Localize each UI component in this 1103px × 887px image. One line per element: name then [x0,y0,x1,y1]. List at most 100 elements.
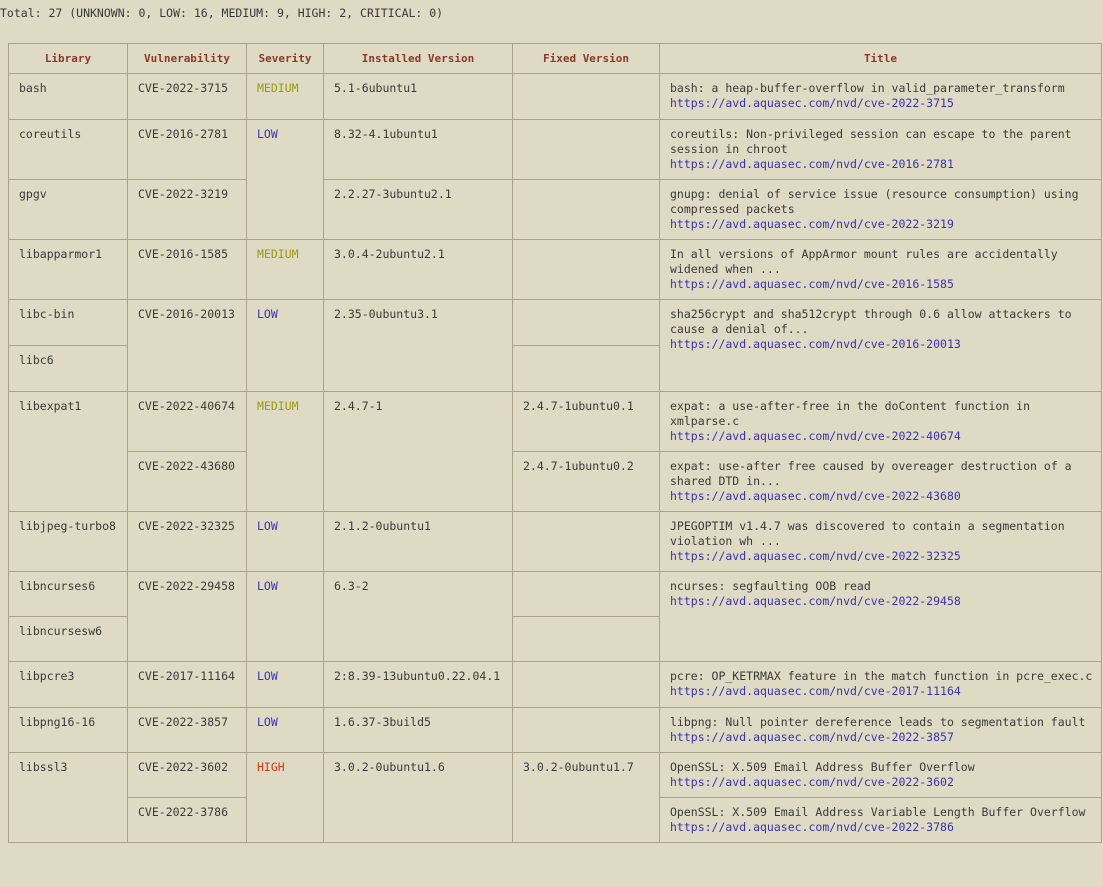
column-header-severity: Severity [246,43,324,74]
table-row: libncurses6 CVE-2022-29458 LOW 6.3-2 ncu… [8,571,1102,662]
fixed-version-cell [512,345,660,392]
fixed-version-cell: 3.0.2-0ubuntu1.7 [512,752,660,843]
title-text: ncurses: segfaulting OOB read [670,579,871,593]
library-cell: libexpat1 [8,391,128,512]
title-text: OpenSSL: X.509 Email Address Buffer Over… [670,760,975,774]
installed-version-cell: 2.4.7-1 [323,391,513,512]
table-row: libapparmor1 CVE-2016-1585 MEDIUM 3.0.4-… [8,239,1102,300]
library-cell: libpng16-16 [8,707,128,753]
library-cell: bash [8,73,128,120]
table-row: libpcre3 CVE-2017-11164 LOW 2:8.39-13ubu… [8,661,1102,708]
library-cell: libpcre3 [8,661,128,708]
library-cell: libc6 [8,345,128,392]
advisory-link[interactable]: https://avd.aquasec.com/nvd/cve-2016-278… [670,157,1095,172]
library-cell: libncurses6 [8,571,128,617]
table-row: libjpeg-turbo8 CVE-2022-32325 LOW 2.1.2-… [8,511,1102,572]
advisory-link[interactable]: https://avd.aquasec.com/nvd/cve-2022-378… [670,820,1095,835]
advisory-link[interactable]: https://avd.aquasec.com/nvd/cve-2016-200… [670,337,1095,352]
installed-version-cell: 2:8.39-13ubuntu0.22.04.1 [323,661,513,708]
installed-version-cell: 3.0.4-2ubuntu2.1 [323,239,513,300]
column-header-library: Library [8,43,128,74]
title-cell: JPEGOPTIM v1.4.7 was discovered to conta… [659,511,1102,572]
library-cell: libssl3 [8,752,128,843]
library-cell: coreutils [8,119,128,180]
severity-cell: LOW [246,661,324,708]
fixed-version-cell [512,661,660,708]
title-cell: coreutils: Non-privileged session can es… [659,119,1102,180]
title-text: gnupg: denial of service issue (resource… [670,187,1079,216]
vulnerability-cell: CVE-2022-43680 [127,451,247,512]
severity-cell: MEDIUM [246,391,324,512]
title-text: coreutils: Non-privileged session can es… [670,127,1072,156]
title-cell: OpenSSL: X.509 Email Address Variable Le… [659,797,1102,843]
table-row: bash CVE-2022-3715 MEDIUM 5.1-6ubuntu1 b… [8,73,1102,120]
advisory-link[interactable]: https://avd.aquasec.com/nvd/cve-2017-111… [670,684,1095,699]
vulnerability-cell: CVE-2022-29458 [127,571,247,662]
library-cell: libapparmor1 [8,239,128,300]
title-text: sha256crypt and sha512crypt through 0.6 … [670,307,1072,336]
table-row: libssl3 CVE-2022-3602 HIGH 3.0.2-0ubuntu… [8,752,1102,843]
fixed-version-cell [512,299,660,346]
fixed-version-cell [512,179,660,240]
title-cell: expat: use-after free caused by overeage… [659,451,1102,512]
vulnerability-cell: CVE-2022-3786 [127,797,247,843]
library-cell: libc-bin [8,299,128,346]
fixed-version-cell [512,73,660,120]
installed-version-cell: 8.32-4.1ubuntu1 [323,119,513,180]
title-cell: ncurses: segfaulting OOB read https://av… [659,571,1102,662]
title-text: libpng: Null pointer dereference leads t… [670,715,1086,729]
title-text: JPEGOPTIM v1.4.7 was discovered to conta… [670,519,1065,548]
title-text: In all versions of AppArmor mount rules … [670,247,1058,276]
column-header-title: Title [659,43,1102,74]
vulnerability-summary: Total: 27 (UNKNOWN: 0, LOW: 16, MEDIUM: … [0,6,444,20]
advisory-link[interactable]: https://avd.aquasec.com/nvd/cve-2022-294… [670,594,1095,609]
advisory-link[interactable]: https://avd.aquasec.com/nvd/cve-2022-321… [670,217,1095,232]
vulnerability-cell: CVE-2022-3857 [127,707,247,753]
title-text: bash: a heap-buffer-overflow in valid_pa… [670,81,1065,95]
library-cell: gpgv [8,179,128,240]
fixed-version-cell [512,239,660,300]
vulnerability-cell: CVE-2017-11164 [127,661,247,708]
severity-cell: MEDIUM [246,239,324,300]
table-header-row: Library Vulnerability Severity Installed… [8,43,1102,74]
vulnerability-cell: CVE-2016-20013 [127,299,247,392]
fixed-version-cell [512,119,660,180]
advisory-link[interactable]: https://avd.aquasec.com/nvd/cve-2022-360… [670,775,1095,790]
vulnerability-cell: CVE-2022-3715 [127,73,247,120]
fixed-version-cell: 2.4.7-1ubuntu0.1 [512,391,660,452]
title-cell: gnupg: denial of service issue (resource… [659,179,1102,240]
title-text: pcre: OP_KETRMAX feature in the match fu… [670,669,1093,683]
severity-cell: LOW [246,511,324,572]
title-cell: bash: a heap-buffer-overflow in valid_pa… [659,73,1102,120]
table-row: gpgv CVE-2022-3219 2.2.27-3ubuntu2.1 gnu… [8,179,1102,240]
table-row: coreutils CVE-2016-2781 LOW 8.32-4.1ubun… [8,119,1102,240]
advisory-link[interactable]: https://avd.aquasec.com/nvd/cve-2022-406… [670,429,1095,444]
fixed-version-cell [512,616,660,662]
installed-version-cell: 2.1.2-0ubuntu1 [323,511,513,572]
advisory-link[interactable]: https://avd.aquasec.com/nvd/cve-2022-323… [670,549,1095,564]
advisory-link[interactable]: https://avd.aquasec.com/nvd/cve-2016-158… [670,277,1095,292]
installed-version-cell: 2.2.27-3ubuntu2.1 [323,179,513,240]
title-cell: libpng: Null pointer dereference leads t… [659,707,1102,753]
vulnerability-cell: CVE-2016-2781 [127,119,247,180]
vulnerability-cell: CVE-2022-3219 [127,179,247,240]
advisory-link[interactable]: https://avd.aquasec.com/nvd/cve-2022-371… [670,96,1095,111]
vulnerability-table: Library Vulnerability Severity Installed… [8,43,1102,843]
table-row: libpng16-16 CVE-2022-3857 LOW 1.6.37-3bu… [8,707,1102,753]
column-header-installed-version: Installed Version [323,43,513,74]
title-cell: expat: a use-after-free in the doContent… [659,391,1102,452]
title-cell: sha256crypt and sha512crypt through 0.6 … [659,299,1102,392]
title-text: expat: a use-after-free in the doContent… [670,399,1031,428]
fixed-version-cell: 2.4.7-1ubuntu0.2 [512,451,660,512]
column-header-vulnerability: Vulnerability [127,43,247,74]
fixed-version-cell [512,707,660,753]
advisory-link[interactable]: https://avd.aquasec.com/nvd/cve-2022-385… [670,730,1095,745]
severity-cell: LOW [246,571,324,662]
title-text: expat: use-after free caused by overeage… [670,459,1072,488]
installed-version-cell: 1.6.37-3build5 [323,707,513,753]
installed-version-cell: 2.35-0ubuntu3.1 [323,299,513,392]
library-cell: libncursesw6 [8,616,128,662]
installed-version-cell: 5.1-6ubuntu1 [323,73,513,120]
vulnerability-cell: CVE-2022-40674 [127,391,247,452]
advisory-link[interactable]: https://avd.aquasec.com/nvd/cve-2022-436… [670,489,1095,504]
